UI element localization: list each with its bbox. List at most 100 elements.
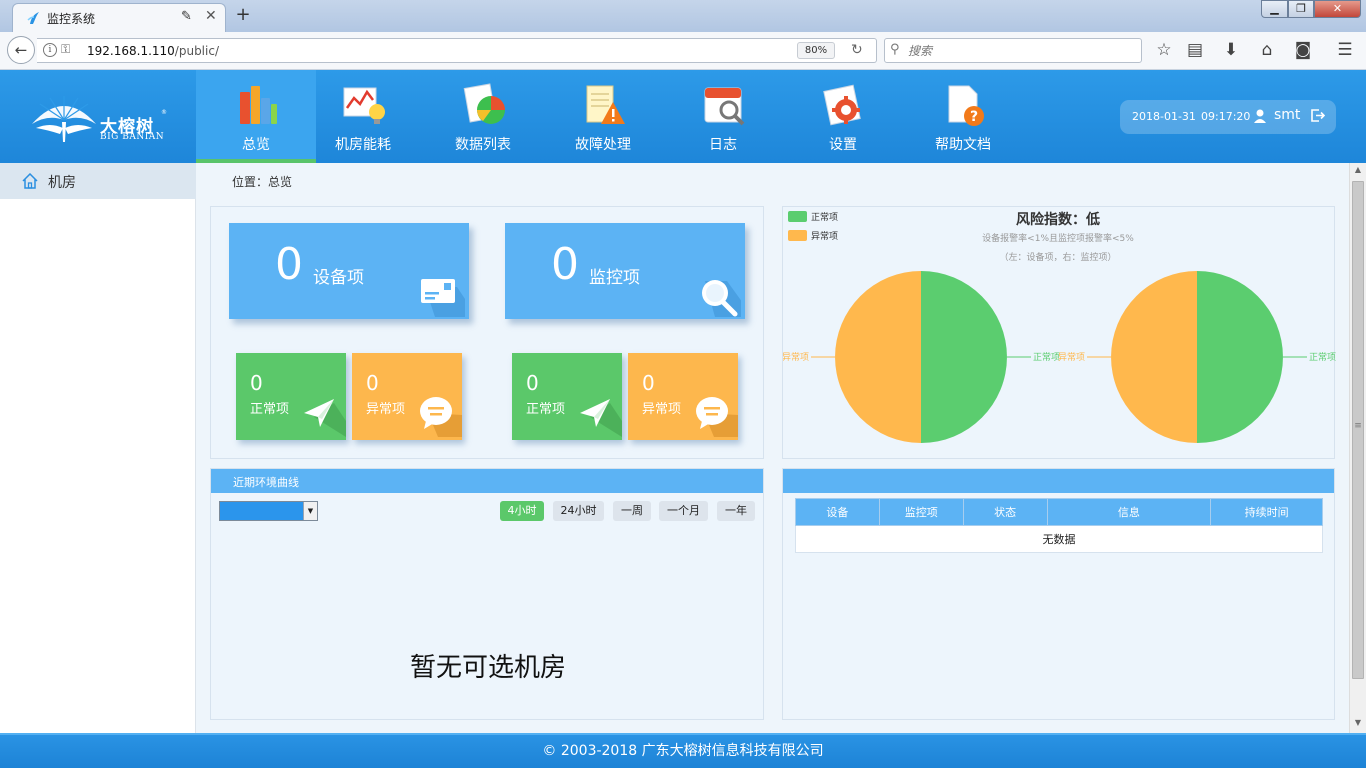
nav-data-list[interactable]: 数据列表 — [423, 70, 543, 163]
window-close-button[interactable]: ✕ — [1314, 0, 1361, 18]
table-header-row: 设备 监控项 状态 信息 持续时间 — [795, 498, 1323, 526]
home-icon — [22, 173, 38, 189]
browser-tab[interactable]: 监控系统 ✎ ✕ — [12, 3, 226, 32]
scroll-up-icon[interactable]: ▲ — [1350, 165, 1366, 174]
download-icon[interactable]: ⬇ — [1220, 40, 1242, 60]
nav-label: 设置 — [829, 137, 857, 153]
page-scrollbar[interactable]: ▲ ≡ ▼ — [1349, 163, 1366, 733]
alarm-panel: 设备 监控项 状态 信息 持续时间 无数据 — [782, 468, 1335, 720]
current-date: 2018-01-31 — [1132, 110, 1196, 123]
home-icon[interactable]: ⌂ — [1256, 40, 1278, 60]
url-text[interactable]: 192.168.1.110/public/ — [87, 44, 219, 58]
chat-bubble-icon — [696, 397, 738, 437]
pie-slice-label: 正常项 — [1309, 351, 1336, 363]
gear-icon — [823, 84, 861, 126]
nav-label: 故障处理 — [575, 137, 631, 153]
bar-chart-books-icon — [240, 86, 277, 124]
logo-name-en: BIG BANIAN — [100, 132, 165, 142]
tab-close-icon[interactable]: ✕ — [205, 8, 217, 24]
sidebar: 机房 — [0, 163, 196, 733]
risk-index-panel: 正常项 异常项 风险指数：低 设备报警率<1%且监控项报警率<5% （左：设备项，… — [782, 206, 1336, 459]
range-24h-button[interactable]: 24小时 — [553, 501, 604, 521]
menu-icon[interactable]: ☰ — [1334, 40, 1356, 60]
legend-swatch[interactable] — [788, 230, 807, 241]
empty-room-message: 暂无可选机房 — [409, 653, 566, 683]
address-bar[interactable]: i ⚿ 192.168.1.110/public/ 80% ↻ — [37, 38, 877, 63]
bookmark-star-icon[interactable]: ☆ — [1153, 40, 1175, 60]
pie-slice[interactable] — [1197, 271, 1283, 443]
user-icon — [1254, 109, 1266, 123]
device-normal-card[interactable]: 0 正常项 — [236, 353, 346, 440]
info-icon[interactable]: i — [43, 43, 57, 57]
logo[interactable]: 大榕树 ® BIG BANIAN — [30, 92, 170, 146]
device-count: 0 — [275, 239, 303, 290]
range-4h-button[interactable]: 4小时 — [500, 501, 544, 521]
scroll-down-icon[interactable]: ▼ — [1350, 718, 1366, 727]
device-normal-label: 正常项 — [250, 402, 290, 417]
legend-swatch[interactable] — [788, 211, 807, 222]
current-time: 09:17:20 — [1201, 110, 1251, 123]
range-year-button[interactable]: 一年 — [717, 501, 755, 521]
col-device[interactable]: 设备 — [795, 498, 880, 526]
nav-label: 数据列表 — [455, 137, 511, 153]
device-card-icon — [421, 279, 465, 317]
site-favicon-icon — [27, 12, 39, 24]
main-content: 位置：总览 0 设备项 0 监控项 0 正常项 0 异常项 0 正常项 0 异常… — [196, 163, 1349, 733]
range-week-button[interactable]: 一周 — [613, 501, 651, 521]
col-status[interactable]: 状态 — [962, 498, 1048, 526]
device-normal-count: 0 — [250, 371, 263, 395]
legend-label[interactable]: 正常项 — [811, 211, 838, 223]
empty-table-message: 无数据 — [795, 525, 1323, 553]
window-restore-button[interactable]: ❐ — [1288, 0, 1314, 18]
new-tab-button[interactable]: + — [234, 4, 252, 25]
browser-search-input[interactable] — [908, 42, 1128, 59]
pie-slice[interactable] — [835, 271, 921, 443]
browser-titlebar: 监控系统 ✎ ✕ + ▁ ❐ ✕ — [0, 0, 1366, 32]
nav-settings[interactable]: 设置 — [783, 70, 903, 163]
monitor-count-card[interactable]: 0 监控项 — [505, 223, 745, 319]
monitor-abnormal-card[interactable]: 0 异常项 — [628, 353, 738, 440]
logout-icon[interactable] — [1310, 108, 1325, 123]
key-icon[interactable]: ⚿ — [61, 42, 70, 57]
device-count-card[interactable]: 0 设备项 — [229, 223, 469, 319]
zoom-level[interactable]: 80% — [797, 42, 835, 59]
pie-slice[interactable] — [1111, 271, 1197, 443]
device-count-label: 设备项 — [313, 268, 364, 288]
line-chart-bulb-icon — [343, 87, 385, 124]
env-panel-title: 近期环境曲线 — [233, 476, 299, 489]
device-abnormal-card[interactable]: 0 异常项 — [352, 353, 462, 440]
nav-label: 帮助文档 — [935, 137, 991, 153]
nav-overview[interactable]: 总览 — [196, 70, 316, 163]
back-button[interactable]: ← — [7, 36, 35, 64]
col-duration[interactable]: 持续时间 — [1210, 498, 1323, 526]
col-monitor-item[interactable]: 监控项 — [878, 498, 964, 526]
pocket-icon[interactable]: ◙ — [1292, 40, 1314, 60]
legend-label[interactable]: 异常项 — [811, 230, 838, 242]
sidebar-item-label: 机房 — [48, 175, 76, 191]
browser-navbar: ← i ⚿ 192.168.1.110/public/ 80% ↻ ⚲ ☆ ▤ … — [0, 32, 1366, 70]
nav-room-energy[interactable]: 机房能耗 — [303, 70, 423, 163]
paper-plane-icon — [580, 399, 622, 437]
svg-text:?: ? — [970, 109, 978, 125]
nav-help-docs[interactable]: ? 帮助文档 — [903, 70, 1023, 163]
tab-title: 监控系统 — [47, 12, 96, 26]
paper-plane-icon — [304, 399, 346, 437]
nav-fault-handling[interactable]: 故障处理 — [543, 70, 663, 163]
window-minimize-button[interactable]: ▁ — [1261, 0, 1288, 18]
pin-icon[interactable]: ✎ — [181, 9, 192, 24]
chevron-down-icon[interactable]: ▼ — [303, 502, 317, 520]
col-info[interactable]: 信息 — [1046, 498, 1212, 526]
range-month-button[interactable]: 一个月 — [659, 501, 708, 521]
chart-note: （左：设备项，右：监控项） — [999, 251, 1116, 263]
search-icon: ⚲ — [890, 42, 900, 57]
reading-list-icon[interactable]: ▤ — [1184, 40, 1206, 60]
pie-slice[interactable] — [921, 271, 1007, 443]
room-select[interactable]: ▼ — [219, 501, 318, 521]
username[interactable]: smt — [1274, 107, 1300, 123]
browser-search-box[interactable]: ⚲ — [884, 38, 1142, 63]
reload-icon[interactable]: ↻ — [851, 42, 863, 58]
nav-log[interactable]: 日志 — [663, 70, 783, 163]
env-curve-panel: 近期环境曲线 ▼ 4小时 24小时 一周 一个月 一年 暂无可选机房 — [210, 468, 764, 720]
sidebar-item-room[interactable]: 机房 — [0, 163, 196, 199]
monitor-normal-card[interactable]: 0 正常项 — [512, 353, 622, 440]
